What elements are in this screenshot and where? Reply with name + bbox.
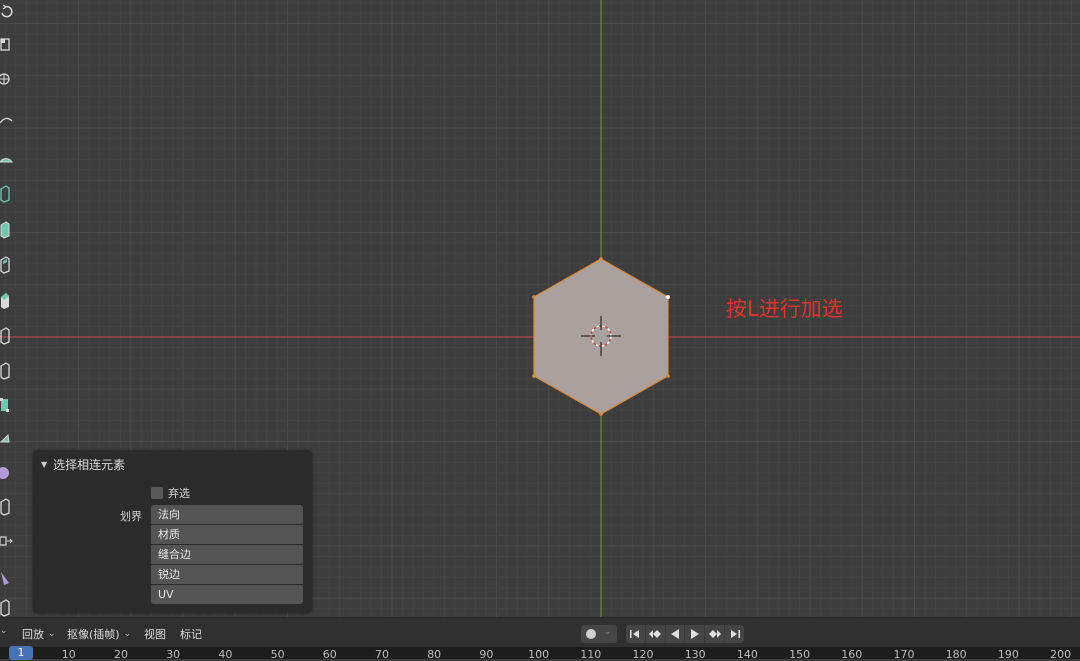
ruler-tick-label: 160 — [841, 648, 863, 661]
loop-cut-icon[interactable] — [0, 325, 18, 347]
view-menu[interactable]: 视图 — [144, 626, 166, 642]
smooth-icon[interactable] — [0, 461, 18, 483]
delimit-seam-button[interactable]: 缝合边 — [151, 545, 303, 564]
editor-type-chevron-icon[interactable]: ⌄ — [0, 626, 8, 636]
keying-menu[interactable]: 抠像(插帧) ⌄ — [67, 626, 131, 642]
ruler-tick-label: 90 — [479, 648, 494, 661]
prev-keyframe-icon[interactable] — [646, 625, 666, 643]
next-keyframe-icon[interactable] — [705, 625, 726, 643]
play-icon[interactable] — [685, 625, 706, 643]
tool-shelf — [0, 0, 20, 617]
rotate-icon[interactable] — [0, 0, 18, 22]
ruler-tick-label: 10 — [61, 648, 76, 661]
delimit-normal-button[interactable]: 法向 — [151, 505, 303, 524]
ruler-tick-label: 110 — [580, 648, 602, 661]
current-frame-indicator[interactable]: 1 — [9, 646, 33, 660]
shear-icon[interactable] — [0, 566, 18, 588]
ruler-tick-label: 170 — [893, 648, 915, 661]
ruler-tick-label: 140 — [736, 648, 758, 661]
marker-menu-label: 标记 — [180, 628, 202, 641]
marker-menu[interactable]: 标记 — [180, 626, 202, 642]
annotate-icon[interactable] — [0, 112, 18, 134]
knife-icon[interactable] — [0, 360, 18, 382]
ruler-tick-label: 190 — [997, 648, 1019, 661]
ruler-tick-label: 180 — [945, 648, 967, 661]
scale-icon[interactable] — [0, 33, 18, 55]
transform-icon[interactable] — [0, 68, 18, 90]
ruler-tick-label: 130 — [684, 648, 706, 661]
panel-header[interactable]: ▼ 选择相连元素 — [41, 456, 125, 472]
3d-viewport[interactable]: 按L进行加选 ▼ 选择相连元素 弃选 划界 法向 材质 缝合边 锐边 UV — [0, 0, 1080, 617]
extrude-icon[interactable] — [0, 219, 18, 241]
record-icon — [586, 629, 596, 639]
ruler-tick-label: 50 — [270, 648, 285, 661]
playback-controls — [626, 625, 744, 643]
ruler-tick-label: 150 — [789, 648, 811, 661]
bevel-icon[interactable] — [0, 290, 18, 312]
ruler-tick-label: 80 — [427, 648, 442, 661]
jump-end-icon[interactable] — [725, 625, 744, 643]
delimit-options: 法向 材质 缝合边 锐边 UV — [151, 505, 303, 605]
delimit-label: 划界 — [120, 510, 142, 523]
keying-menu-label: 抠像(插帧) — [67, 628, 120, 641]
ruler-tick-label: 20 — [114, 648, 128, 661]
timeline-ruler[interactable]: 10 20 30 40 50 60 70 80 90 100 110 120 130 140 150 160 1… — [0, 647, 1080, 661]
deselect-label: 弃选 — [168, 487, 190, 500]
inset-icon[interactable] — [0, 254, 18, 276]
rip-icon[interactable] — [0, 597, 18, 617]
chevron-down-icon: ⌄ — [604, 627, 612, 637]
playback-menu-label: 回放 — [22, 628, 44, 641]
deselect-checkbox[interactable] — [151, 487, 163, 499]
playback-menu[interactable]: 回放 ⌄ — [22, 626, 56, 642]
ruler-tick-label: 100 — [528, 648, 550, 661]
ruler-tick-label: 60 — [322, 648, 337, 661]
adjust-last-operation-panel[interactable]: ▼ 选择相连元素 弃选 划界 法向 材质 缝合边 锐边 UV — [33, 450, 312, 612]
measure-icon[interactable] — [0, 147, 18, 169]
timeline-header: ⌄ 回放 ⌄ 抠像(插帧) ⌄ 视图 标记 ⌄ — [0, 617, 1080, 648]
hexagon-mesh[interactable] — [533, 258, 669, 415]
edge-slide-icon[interactable] — [0, 496, 18, 518]
shrink-fatten-icon[interactable] — [0, 530, 18, 552]
view-menu-label: 视图 — [144, 628, 166, 641]
ruler-tick-label: 120 — [632, 648, 654, 661]
ruler-tick-label: 200 — [1050, 648, 1072, 661]
collapse-triangle-icon[interactable]: ▼ — [41, 460, 47, 469]
ruler-tick-label: 70 — [375, 648, 389, 661]
delimit-material-button[interactable]: 材质 — [151, 525, 303, 544]
panel-title: 选择相连元素 — [53, 457, 126, 472]
add-cube-icon[interactable] — [0, 183, 18, 205]
active-vertex — [666, 295, 670, 299]
chevron-down-icon: ⌄ — [48, 629, 56, 639]
auto-keying-toggle[interactable]: ⌄ — [581, 625, 617, 643]
play-reverse-icon[interactable] — [666, 625, 686, 643]
ruler-tick-label: 30 — [166, 648, 181, 661]
ruler-tick-label: 40 — [218, 648, 233, 661]
chevron-down-icon: ⌄ — [123, 629, 132, 639]
annotation-text: 按L进行加选 — [726, 297, 843, 321]
delimit-sharp-button[interactable]: 锐边 — [151, 565, 303, 584]
poly-build-icon[interactable] — [0, 394, 18, 416]
delimit-uv-button[interactable]: UV — [151, 585, 303, 604]
spin-icon[interactable] — [0, 430, 18, 452]
jump-start-icon[interactable] — [626, 625, 646, 643]
deselect-option[interactable]: 弃选 — [151, 485, 190, 501]
